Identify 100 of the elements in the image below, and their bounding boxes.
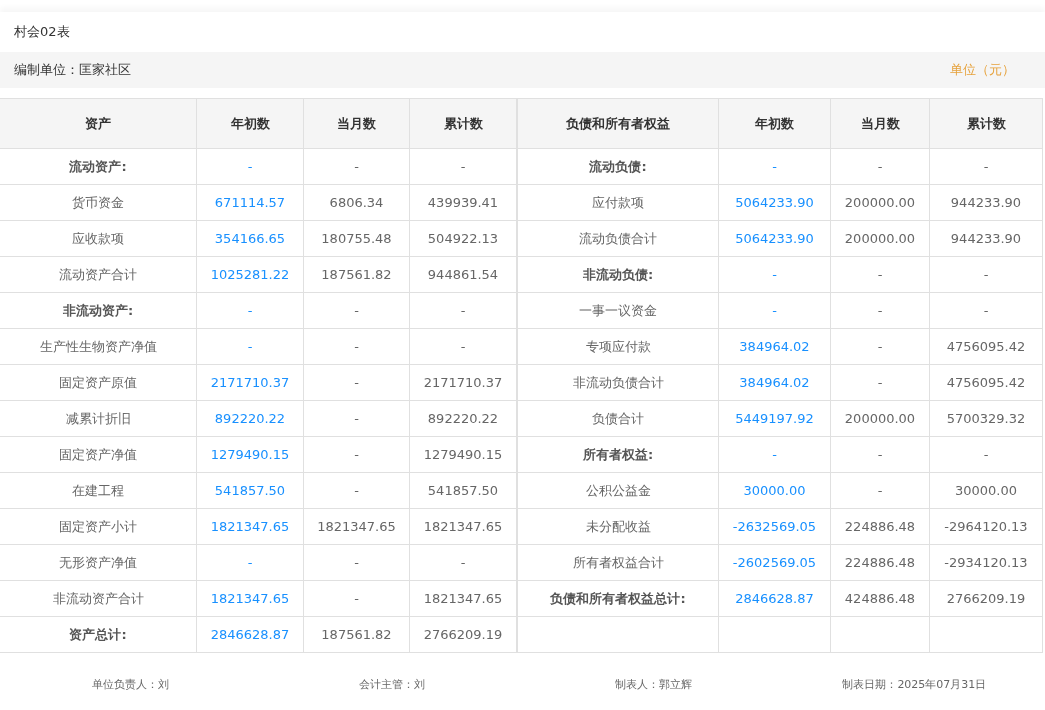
table-cell: 2766209.19 [410,617,518,652]
table-cell: - [831,293,930,329]
row-label: 非流动资产: [0,293,197,329]
row-label: 公积公益金 [518,473,719,509]
table-cell: - [719,437,831,473]
table-cell: 944233.90 [930,185,1043,221]
table-cell: -2934120.13 [930,545,1043,581]
table-cell: 1025281.22 [197,257,304,293]
table-cell: 2171710.37 [410,365,518,401]
row-label: 资产总计: [0,617,197,652]
table-cell: 2846628.87 [719,581,831,617]
row-label: 固定资产原值 [0,365,197,401]
table-cell: - [304,437,410,473]
table-cell: - [304,293,410,329]
table-cell: 2846628.87 [197,617,304,652]
row-label: 非流动资产合计 [0,581,197,617]
table-cell: - [719,149,831,185]
signature-label: 单位负责人：刘 [92,677,170,692]
table-cell: 2766209.19 [930,581,1043,617]
row-label: 流动资产: [0,149,197,185]
column-header: 资产 [0,99,197,149]
table-cell: 4756095.42 [930,329,1043,365]
table-cell: 30000.00 [719,473,831,509]
table-cell: 5449197.92 [719,401,831,437]
table-cell: - [197,293,304,329]
row-label: 未分配收益 [518,509,719,545]
report-title: 村会02表 [14,23,70,41]
table-cell: 944861.54 [410,257,518,293]
table-cell: 2171710.37 [197,365,304,401]
row-label: 一事一议资金 [518,293,719,329]
table-cell: - [719,257,831,293]
table-cell: 4756095.42 [930,365,1043,401]
signature-label: 制表日期：2025年07月31日 [842,677,987,692]
row-label: 在建工程 [0,473,197,509]
table-cell: 424886.48 [831,581,930,617]
row-label: 流动资产合计 [0,257,197,293]
table-cell: 892220.22 [410,401,518,437]
table-cell: - [197,329,304,365]
table-cell: 1821347.65 [197,581,304,617]
row-label: 应收款项 [0,221,197,257]
table-cell: 1821347.65 [410,509,518,545]
table-cell: - [410,149,518,185]
table-cell: - [304,581,410,617]
column-header: 年初数 [719,99,831,149]
table-cell: 180755.48 [304,221,410,257]
signature-label: 会计主管：刘 [358,677,425,692]
table-cell: - [410,329,518,365]
table-cell: - [304,545,410,581]
row-label: 固定资产净值 [0,437,197,473]
table-cell: - [304,401,410,437]
table-cell: - [304,473,410,509]
table-cell: 504922.13 [410,221,518,257]
table-cell: 200000.00 [831,221,930,257]
table-cell: 671114.57 [197,185,304,221]
table-cell: - [831,473,930,509]
table-cell: - [304,365,410,401]
table-cell: 5064233.90 [719,221,831,257]
table-cell: -2632569.05 [719,509,831,545]
table-cell: 200000.00 [831,401,930,437]
row-label: 流动负债合计 [518,221,719,257]
table-cell: - [831,257,930,293]
row-label: 负债合计 [518,401,719,437]
row-label: 非流动负债合计 [518,365,719,401]
table-cell: -2602569.05 [719,545,831,581]
table-cell: 1279490.15 [410,437,518,473]
row-label: 所有者权益: [518,437,719,473]
table-cell: - [930,257,1043,293]
table-cell: 1821347.65 [197,509,304,545]
organization-label: 编制单位：匡家社区 [14,61,131,79]
table-cell: 187561.82 [304,257,410,293]
table-cell: 200000.00 [831,185,930,221]
row-label: 货币资金 [0,185,197,221]
signature-label: 制表人：郭立辉 [614,677,692,692]
table-cell: - [930,293,1043,329]
table-cell: - [831,329,930,365]
column-header: 年初数 [197,99,304,149]
column-header: 累计数 [930,99,1043,149]
table-cell: 5064233.90 [719,185,831,221]
table-cell: 1821347.65 [304,509,410,545]
table-cell: 1821347.65 [410,581,518,617]
table-cell: -2964120.13 [930,509,1043,545]
table-cell: - [831,437,930,473]
table-cell: 384964.02 [719,329,831,365]
row-label: 负债和所有者权益总计: [518,581,719,617]
table-cell: - [197,149,304,185]
row-label: 专项应付款 [518,329,719,365]
table-cell: - [930,149,1043,185]
row-label: 固定资产小计 [0,509,197,545]
table-cell: 187561.82 [304,617,410,652]
column-header: 累计数 [410,99,518,149]
table-cell: 1279490.15 [197,437,304,473]
column-header: 当月数 [304,99,410,149]
table-cell: 354166.65 [197,221,304,257]
table-cell: 30000.00 [930,473,1043,509]
unit-label: 单位（元） [950,61,1015,79]
table-cell: - [930,437,1043,473]
table-cell: - [304,329,410,365]
column-header: 当月数 [831,99,930,149]
table-cell: - [304,149,410,185]
table-cell: 892220.22 [197,401,304,437]
